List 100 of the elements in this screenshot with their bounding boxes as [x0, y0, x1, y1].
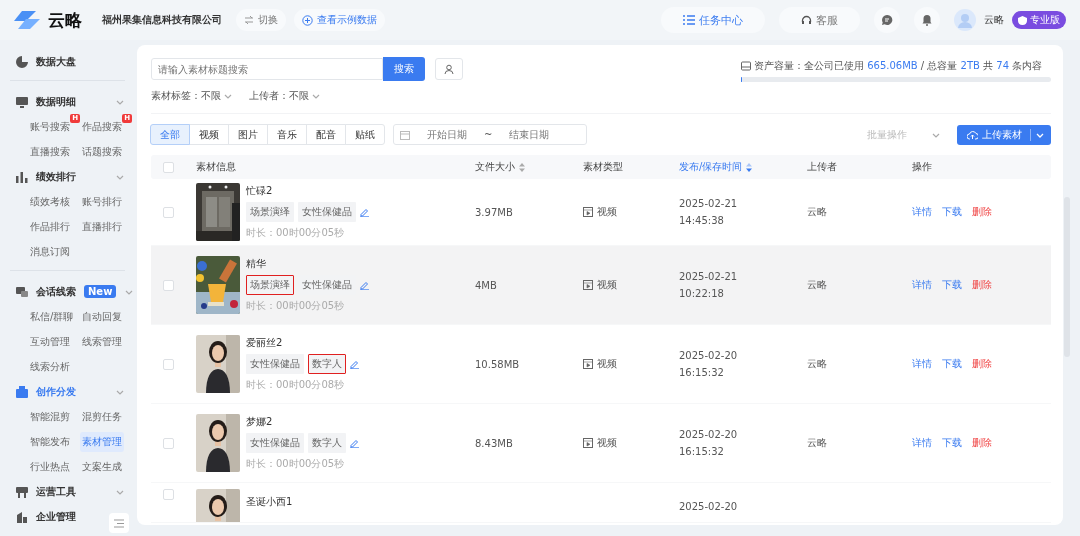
- bell-icon: [921, 14, 933, 26]
- publish-date: 2025-02-20: [679, 429, 738, 440]
- sidebar-section[interactable]: 数据大盘: [16, 49, 137, 74]
- sidebar-item[interactable]: 线索分析: [28, 356, 72, 377]
- sidebar-section[interactable]: 运营工具: [16, 479, 137, 504]
- material-type: 视频: [597, 436, 617, 450]
- video-icon: [583, 359, 593, 369]
- upload-button[interactable]: 上传素材: [957, 124, 1051, 145]
- publish-time: 16:15:32: [679, 367, 724, 378]
- delete-link[interactable]: 删除: [972, 205, 992, 219]
- type-tab[interactable]: 视频: [189, 124, 229, 145]
- select-all-checkbox[interactable]: [163, 161, 174, 173]
- sidebar-item[interactable]: 私信/群聊: [28, 306, 76, 327]
- duration-text: 时长：00时00分05秒: [246, 299, 346, 313]
- logo-icon: [14, 9, 40, 31]
- list-icon: [683, 14, 695, 26]
- collapse-button[interactable]: [109, 513, 129, 533]
- sidebar-item[interactable]: 作品搜索: [80, 116, 124, 137]
- row-checkbox[interactable]: [163, 279, 174, 291]
- sidebar-item[interactable]: 话题搜索: [80, 141, 124, 162]
- sidebar-item[interactable]: 直播排行: [80, 216, 124, 237]
- sidebar-item[interactable]: 文案生成: [80, 456, 124, 477]
- sidebar-item[interactable]: 直播搜索: [28, 141, 72, 162]
- publish-date: 2025-02-20: [679, 350, 738, 361]
- section-icon: [16, 285, 28, 298]
- sidebar-item[interactable]: 账号排行: [80, 191, 124, 212]
- switch-button[interactable]: 切换: [236, 9, 286, 31]
- action-link[interactable]: 详情: [912, 436, 932, 450]
- demo-data-button[interactable]: 查看示例数据: [294, 9, 385, 31]
- uploader-name: 云略: [807, 436, 827, 450]
- duration-text: 时长：00时00分05秒: [246, 457, 346, 471]
- sidebar-item[interactable]: 混剪任务: [80, 406, 124, 427]
- video-icon: [583, 207, 593, 217]
- tag: 数字人: [308, 433, 346, 453]
- action-link[interactable]: 下载: [942, 278, 962, 292]
- type-tab[interactable]: 音乐: [267, 124, 307, 145]
- type-tab[interactable]: 全部: [150, 124, 190, 145]
- task-center-button[interactable]: 任务中心: [661, 7, 765, 33]
- file-size: 4MB: [475, 279, 497, 291]
- filter-dropdown[interactable]: 素材标签：不限: [151, 89, 233, 103]
- filter-dropdown[interactable]: 上传者：不限: [249, 89, 321, 103]
- action-link[interactable]: 下载: [942, 436, 962, 450]
- edit-icon: [350, 438, 359, 448]
- delete-link[interactable]: 删除: [972, 436, 992, 450]
- chat-icon: [881, 14, 893, 26]
- sidebar-item[interactable]: 行业热点: [28, 456, 72, 477]
- scrollbar-thumb[interactable]: [1064, 197, 1070, 357]
- material-type: 视频: [597, 205, 617, 219]
- sidebar-item[interactable]: 消息订阅: [28, 241, 72, 262]
- uploader-filter-button[interactable]: [435, 58, 463, 80]
- shield-icon: [1018, 15, 1027, 25]
- uploader-name: 云略: [807, 357, 827, 371]
- type-tab[interactable]: 贴纸: [345, 124, 385, 145]
- sidebar-section[interactable]: 会话线索 New: [16, 279, 137, 304]
- tag: 场景演绎: [246, 202, 294, 222]
- sidebar-item[interactable]: 智能混剪: [28, 406, 72, 427]
- delete-link[interactable]: 删除: [972, 278, 992, 292]
- column-header[interactable]: 文件大小: [475, 160, 525, 174]
- publish-date: 2025-02-21: [679, 271, 738, 282]
- sidebar-section[interactable]: 数据明细: [16, 89, 137, 114]
- action-link[interactable]: 下载: [942, 357, 962, 371]
- action-link[interactable]: 详情: [912, 205, 932, 219]
- duration-text: 时长：00时00分05秒: [246, 226, 346, 240]
- action-link[interactable]: 下载: [942, 205, 962, 219]
- material-title: 爱丽丝2: [246, 336, 284, 350]
- search-button[interactable]: 搜索: [383, 57, 425, 81]
- sidebar-item[interactable]: 素材管理: [80, 431, 124, 452]
- sidebar-section[interactable]: 绩效排行: [16, 164, 137, 189]
- cloud-upload-icon: [967, 129, 978, 140]
- sidebar-section[interactable]: 创作分发: [16, 379, 137, 404]
- sidebar-item[interactable]: 线索管理: [80, 331, 124, 352]
- sidebar-item[interactable]: 互动管理: [28, 331, 72, 352]
- type-tab[interactable]: 图片: [228, 124, 268, 145]
- sidebar-item[interactable]: 作品排行: [28, 216, 72, 237]
- notification-button[interactable]: [914, 7, 940, 33]
- customer-service-button[interactable]: 客服: [779, 7, 860, 33]
- plan-badge: 专业版: [1012, 11, 1066, 29]
- headset-icon: [801, 14, 812, 26]
- delete-link[interactable]: 删除: [972, 357, 992, 371]
- sidebar-item[interactable]: 智能发布: [28, 431, 72, 452]
- sidebar-item[interactable]: 自动回复: [80, 306, 124, 327]
- row-checkbox[interactable]: [163, 206, 174, 218]
- material-type: 视频: [597, 357, 617, 371]
- section-icon: [16, 170, 28, 183]
- date-range-field[interactable]: 开始日期 ~ 结束日期: [393, 124, 587, 145]
- column-header[interactable]: 发布/保存时间: [679, 160, 753, 174]
- action-link[interactable]: 详情: [912, 357, 932, 371]
- sidebar-item[interactable]: 账号搜索: [28, 116, 72, 137]
- row-checkbox[interactable]: [163, 358, 174, 370]
- sidebar-section[interactable]: 企业管理: [16, 504, 137, 529]
- action-link[interactable]: 详情: [912, 278, 932, 292]
- search-field[interactable]: 请输入素材标题搜索: [151, 58, 383, 80]
- row-checkbox[interactable]: [163, 437, 174, 449]
- material-type: 视频: [597, 278, 617, 292]
- file-size: 10.58MB: [475, 358, 520, 370]
- row-checkbox[interactable]: [163, 489, 174, 500]
- column-header: 操作: [912, 160, 932, 174]
- type-tab[interactable]: 配音: [306, 124, 346, 145]
- chat-button[interactable]: [874, 7, 900, 33]
- sidebar-item[interactable]: 绩效考核: [28, 191, 72, 212]
